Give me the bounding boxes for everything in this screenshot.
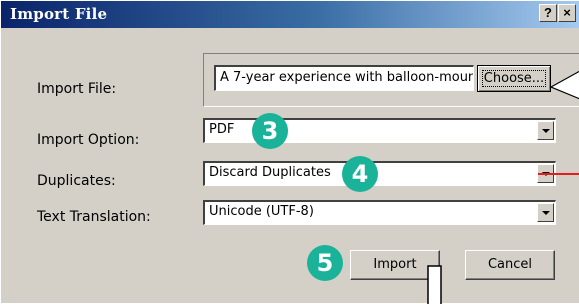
import-option-label: Import Option: — [37, 132, 140, 148]
choose-file-button[interactable]: Choose... — [477, 65, 551, 92]
import-file-label: Import File: — [37, 81, 117, 97]
import-option-value: PDF — [209, 122, 235, 137]
chevron-down-icon[interactable] — [537, 121, 554, 140]
import-file-path-field[interactable]: A 7-year experience with balloon-moun — [214, 65, 474, 91]
focus-rectangle — [482, 70, 546, 87]
duplicates-label: Duplicates: — [37, 173, 116, 189]
duplicates-value: Discard Duplicates — [209, 165, 331, 180]
import-button[interactable]: Import — [350, 250, 440, 280]
chevron-down-icon[interactable] — [537, 203, 554, 222]
title-bar[interactable]: Import File ? × — [1, 1, 579, 28]
step-5-badge: 5 — [307, 245, 343, 281]
close-icon[interactable]: × — [558, 4, 576, 22]
text-translation-value: Unicode (UTF-8) — [209, 204, 314, 219]
text-translation-select[interactable]: Unicode (UTF-8) — [203, 200, 556, 225]
cancel-button[interactable]: Cancel — [465, 250, 555, 280]
chevron-down-icon[interactable] — [537, 164, 554, 183]
text-translation-label: Text Translation: — [37, 209, 151, 225]
help-icon[interactable]: ? — [539, 4, 557, 22]
duplicates-select[interactable]: Discard Duplicates — [203, 161, 556, 186]
step-4-badge: 4 — [342, 156, 378, 192]
import-file-dialog: Import File ? × Import File: A 7-year ex… — [0, 0, 579, 304]
window-title: Import File — [10, 5, 108, 23]
step-3-badge: 3 — [252, 113, 288, 149]
